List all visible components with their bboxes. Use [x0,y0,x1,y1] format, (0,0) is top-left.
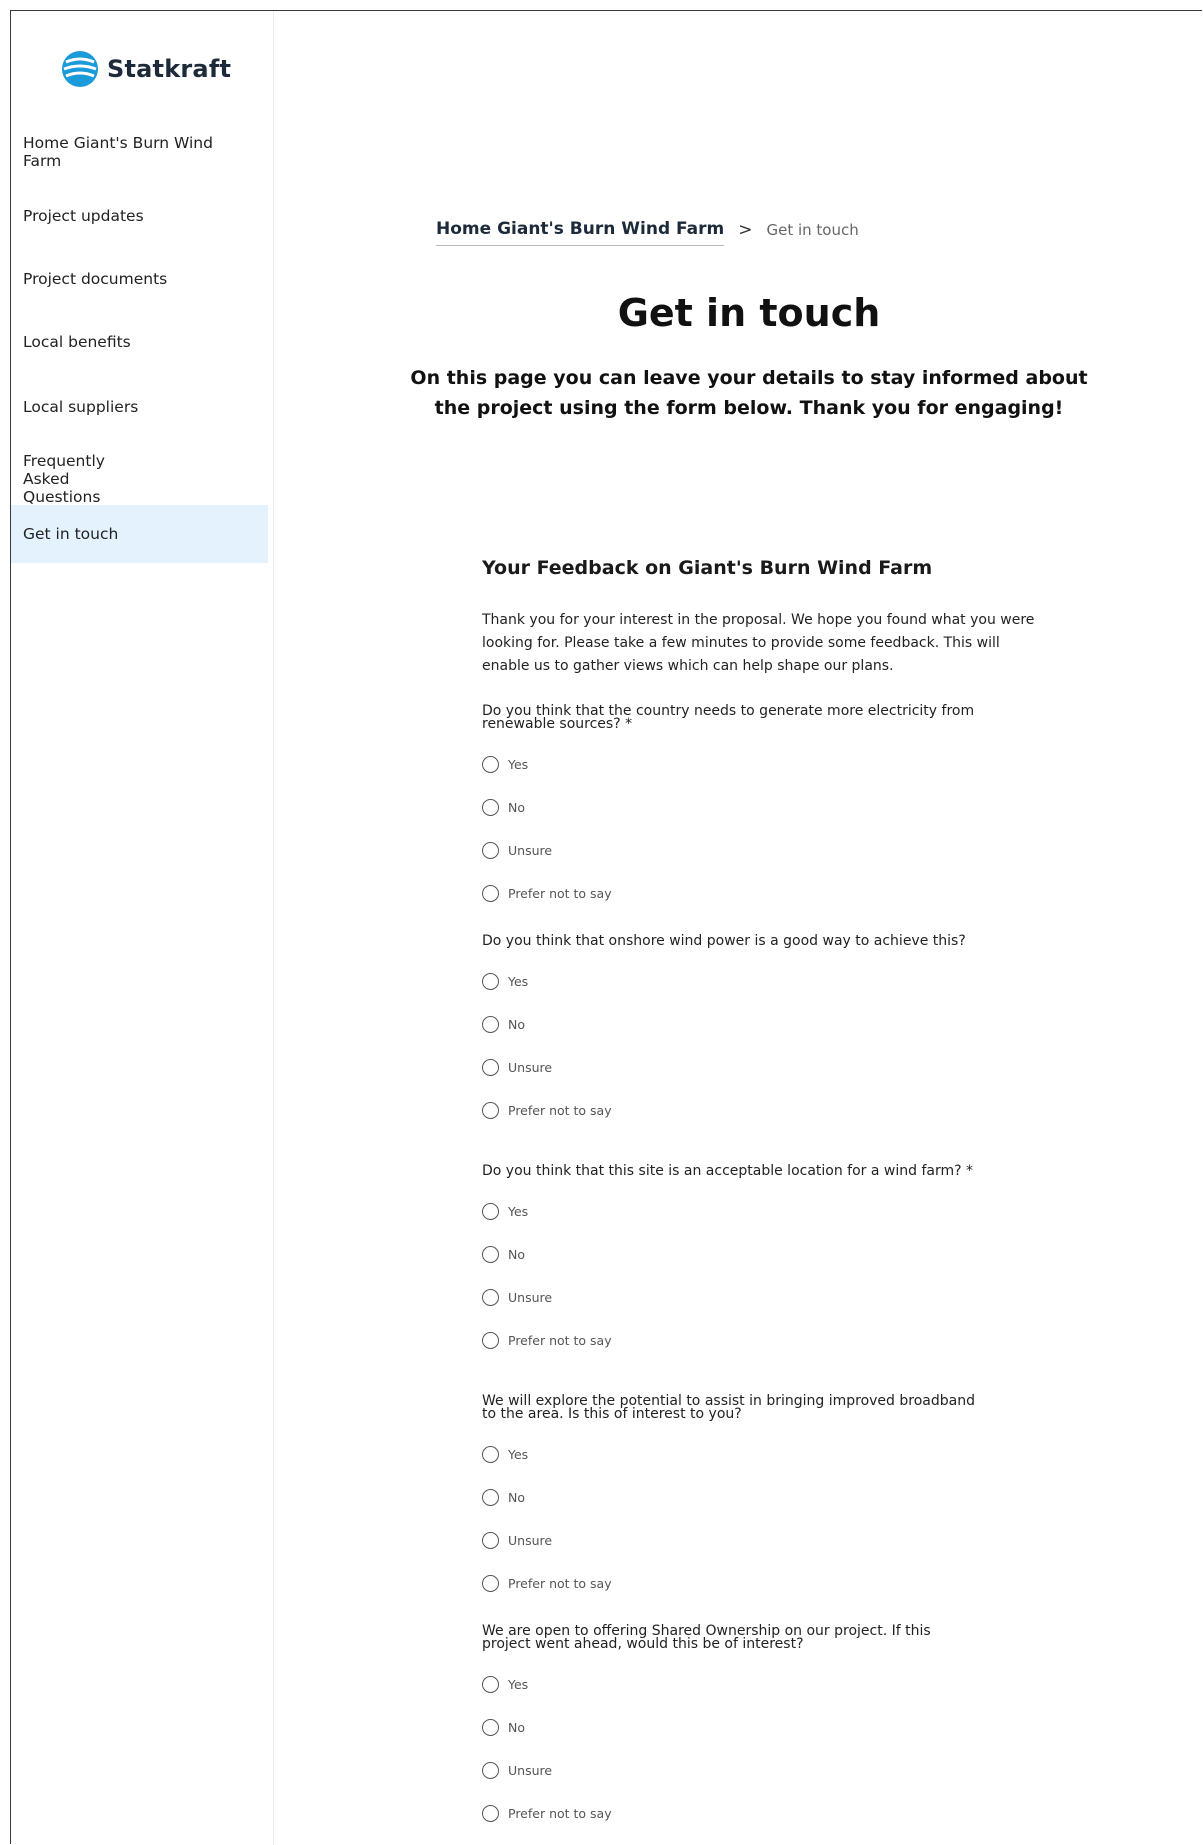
option-prefer-not-to-say[interactable]: Prefer not to say [482,1792,982,1835]
sidebar-item-label: Home Giant's Burn Wind Farm [23,134,213,170]
question-label: We will explore the potential to assist … [482,1393,975,1422]
option-label: Yes [508,757,529,772]
chevron-right-icon: > [738,219,753,240]
option-label: Yes [508,1677,529,1692]
radio-button[interactable] [482,973,499,990]
option-label: Prefer not to say [508,1103,612,1118]
option-yes[interactable]: Yes [482,960,982,1003]
form-title: Your Feedback on Giant's Burn Wind Farm [482,557,933,579]
option-no[interactable]: No [482,1476,982,1519]
radio-button[interactable] [482,756,499,773]
radio-button[interactable] [482,842,499,859]
radio-button[interactable] [482,1446,499,1463]
option-unsure[interactable]: Unsure [482,1276,982,1319]
option-label: Yes [508,1204,529,1219]
option-label: Unsure [508,1060,553,1075]
question-label: Do you think that onshore wind power is … [482,933,966,949]
radio-button[interactable] [482,1532,499,1549]
option-prefer-not-to-say[interactable]: Prefer not to say [482,1089,982,1132]
option-label: Unsure [508,843,553,858]
sidebar-item-label: Local benefits [23,333,131,351]
option-label: No [508,1017,525,1032]
brand-name: Statkraft [107,55,232,83]
radio-button[interactable] [482,1102,499,1119]
question-label: Do you think that this site is an accept… [482,1163,973,1179]
sidebar-item-home[interactable]: Home Giant's Burn Wind Farm [11,134,268,170]
radio-button[interactable] [482,1203,499,1220]
radio-button[interactable] [482,1762,499,1779]
page-intro: On this page you can leave your details … [410,367,1088,419]
question-site-location: Do you think that this site is an accept… [482,1163,982,1362]
sidebar-item-local-benefits[interactable]: Local benefits [11,333,268,351]
option-yes[interactable]: Yes [482,743,982,786]
radio-button[interactable] [482,1289,499,1306]
radio-button[interactable] [482,1719,499,1736]
sidebar-item-label: Project documents [23,270,168,288]
option-label: Unsure [508,1533,553,1548]
radio-button[interactable] [482,1332,499,1349]
option-yes[interactable]: Yes [482,1663,982,1706]
option-unsure[interactable]: Unsure [482,1749,982,1792]
option-label: No [508,800,525,815]
option-prefer-not-to-say[interactable]: Prefer not to say [482,872,982,915]
option-prefer-not-to-say[interactable]: Prefer not to say [482,1319,982,1362]
sidebar-item-faq[interactable]: Frequently Asked Questions [11,452,268,506]
radio-button[interactable] [482,885,499,902]
radio-button[interactable] [482,1676,499,1693]
radio-button[interactable] [482,1059,499,1076]
radio-button[interactable] [482,1575,499,1592]
option-no[interactable]: No [482,786,982,829]
page-title: Get in touch [617,291,881,335]
breadcrumb-home-link[interactable]: Home Giant's Burn Wind Farm [436,219,725,246]
question-label: Do you think that the country needs to g… [482,703,975,732]
form-description: Thank you for your interest in the propo… [482,612,1035,674]
sidebar-item-project-documents[interactable]: Project documents [11,270,268,288]
option-label: Prefer not to say [508,1333,612,1348]
option-label: No [508,1720,525,1735]
option-label: Yes [508,974,529,989]
radio-button[interactable] [482,799,499,816]
sidebar-item-label: Frequently Asked Questions [23,452,105,506]
question-label: We are open to offering Shared Ownership… [482,1623,931,1652]
option-prefer-not-to-say[interactable]: Prefer not to say [482,1562,982,1605]
radio-button[interactable] [482,1246,499,1263]
option-label: Unsure [508,1763,553,1778]
breadcrumb: Home Giant's Burn Wind Farm > Get in tou… [436,219,859,246]
option-label: Prefer not to say [508,1576,612,1591]
sidebar-item-local-suppliers[interactable]: Local suppliers [11,398,268,416]
option-unsure[interactable]: Unsure [482,1046,982,1089]
option-label: No [508,1247,525,1262]
option-no[interactable]: No [482,1003,982,1046]
option-label: No [508,1490,525,1505]
sidebar-item-label: Get in touch [23,525,119,543]
breadcrumb-current: Get in touch [766,220,859,239]
question-onshore-wind: Do you think that onshore wind power is … [482,933,982,1132]
question-shared-ownership: We are open to offering Shared Ownership… [482,1623,982,1835]
option-label: Yes [508,1447,529,1462]
radio-button[interactable] [482,1805,499,1822]
radio-button[interactable] [482,1016,499,1033]
statkraft-logo[interactable]: Statkraft [61,39,231,99]
sidebar-item-project-updates[interactable]: Project updates [11,207,268,225]
option-label: Prefer not to say [508,1806,612,1821]
sidebar: Statkraft Home Giant's Burn Wind Farm Pr… [11,11,274,1845]
option-label: Prefer not to say [508,886,612,901]
option-unsure[interactable]: Unsure [482,829,982,872]
option-yes[interactable]: Yes [482,1190,982,1233]
statkraft-logo-icon [62,51,98,87]
question-renewable-sources: Do you think that the country needs to g… [482,703,982,915]
question-broadband: We will explore the potential to assist … [482,1393,982,1605]
option-unsure[interactable]: Unsure [482,1519,982,1562]
option-no[interactable]: No [482,1706,982,1749]
sidebar-item-get-in-touch[interactable]: Get in touch [11,505,268,563]
option-label: Unsure [508,1290,553,1305]
radio-button[interactable] [482,1489,499,1506]
option-yes[interactable]: Yes [482,1433,982,1476]
option-no[interactable]: No [482,1233,982,1276]
sidebar-item-label: Project updates [23,207,144,225]
sidebar-item-label: Local suppliers [23,398,139,416]
